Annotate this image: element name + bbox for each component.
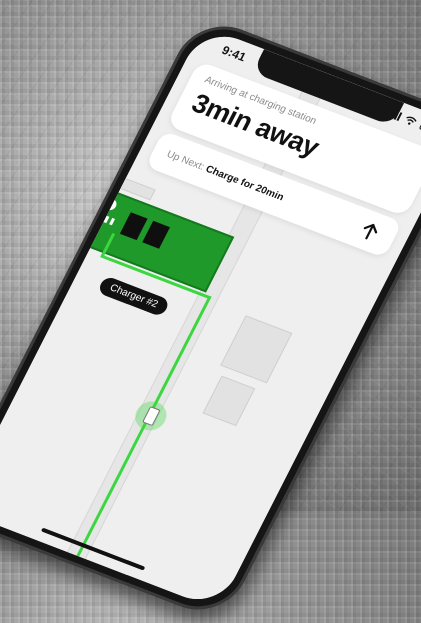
charger-label[interactable]: Charger #2	[96, 275, 171, 318]
map-building	[220, 315, 293, 384]
map-building	[202, 375, 256, 427]
parking-bay	[119, 212, 148, 241]
plug-icon: ⚡	[101, 196, 119, 212]
car-icon	[141, 405, 161, 426]
route-line	[58, 295, 212, 593]
parking-bay	[142, 220, 171, 249]
charger-port	[109, 217, 116, 226]
next-step-prefix: Up Next:	[164, 148, 207, 173]
charger-port	[103, 215, 110, 224]
arrow-up-icon[interactable]	[355, 217, 386, 245]
